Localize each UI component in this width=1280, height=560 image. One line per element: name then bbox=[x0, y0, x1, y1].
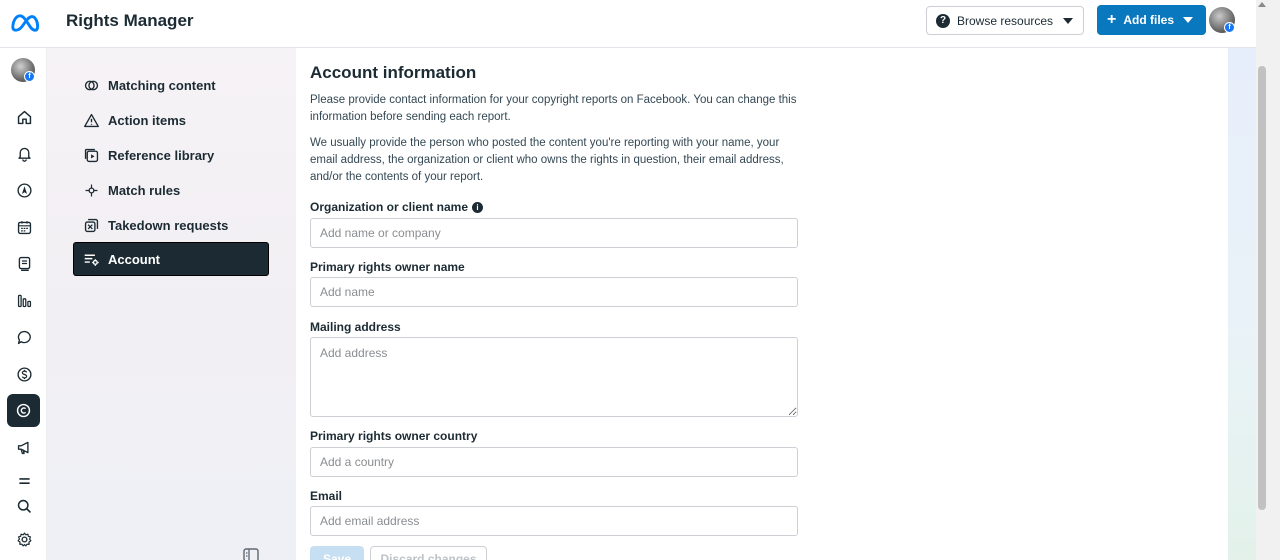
calendar-icon[interactable] bbox=[12, 215, 36, 239]
country-input[interactable] bbox=[310, 447, 798, 477]
mailing-address-input[interactable] bbox=[310, 337, 798, 417]
insights-icon[interactable] bbox=[12, 288, 36, 312]
dollar-icon[interactable] bbox=[12, 362, 36, 386]
add-files-button[interactable]: + Add files bbox=[1097, 5, 1206, 35]
discard-changes-button[interactable]: Discard changes bbox=[370, 546, 487, 560]
left-rail: f bbox=[0, 48, 47, 560]
facebook-badge-icon: f bbox=[24, 71, 35, 82]
library-icon bbox=[84, 148, 99, 162]
app-title: Rights Manager bbox=[66, 11, 194, 30]
nav-item-label: Account bbox=[108, 251, 160, 267]
page-title: Account information bbox=[310, 63, 477, 82]
privacy-paragraph: We usually provide the person who posted… bbox=[310, 137, 784, 183]
settings-icon[interactable] bbox=[12, 527, 36, 551]
email-input[interactable] bbox=[310, 506, 798, 536]
add-files-label: Add files bbox=[1123, 13, 1175, 27]
chevron-down-icon bbox=[1063, 17, 1074, 24]
account-settings-icon bbox=[84, 254, 99, 266]
rules-icon bbox=[85, 184, 98, 196]
menu-icon[interactable] bbox=[12, 469, 36, 493]
browse-resources-button[interactable]: ? Browse resources bbox=[926, 6, 1084, 35]
takedown-icon bbox=[84, 218, 99, 232]
country-label: Primary rights owner country bbox=[310, 429, 478, 443]
plus-icon: + bbox=[1107, 11, 1117, 28]
search-icon[interactable] bbox=[12, 494, 36, 518]
nav-item-label: Match rules bbox=[108, 182, 181, 198]
chevron-down-icon bbox=[1183, 17, 1194, 23]
home-icon[interactable] bbox=[12, 105, 36, 129]
compass-icon[interactable] bbox=[12, 178, 36, 202]
nav-item-label: Matching content bbox=[108, 77, 216, 93]
nav-item-matching-content[interactable]: Matching content bbox=[74, 68, 269, 102]
org-name-input[interactable] bbox=[310, 218, 798, 248]
address-label: Mailing address bbox=[310, 320, 401, 334]
chat-icon[interactable] bbox=[12, 325, 36, 349]
browse-resources-label: Browse resources bbox=[957, 13, 1054, 28]
content-icon[interactable] bbox=[12, 251, 36, 275]
intro-paragraph: Please provide contact information for y… bbox=[310, 94, 797, 123]
nav-item-reference-library[interactable]: Reference library bbox=[74, 138, 269, 172]
org-label: Organization or client name i bbox=[310, 200, 484, 214]
nav-item-label: Reference library bbox=[108, 147, 215, 163]
nav-item-takedown-requests[interactable]: Takedown requests bbox=[74, 208, 269, 242]
collapse-sidebar-icon[interactable] bbox=[243, 548, 259, 560]
account-information-panel: Account information Please provide conta… bbox=[296, 48, 1228, 560]
copyright-icon[interactable] bbox=[7, 394, 40, 427]
nav-item-label: Takedown requests bbox=[108, 217, 229, 233]
profile-avatar[interactable]: f bbox=[1209, 7, 1235, 33]
email-label: Email bbox=[310, 489, 343, 503]
facebook-badge-icon: f bbox=[1224, 22, 1235, 33]
meta-logo-icon[interactable] bbox=[8, 9, 40, 37]
nav-item-match-rules[interactable]: Match rules bbox=[74, 173, 269, 207]
scroll-up-icon[interactable] bbox=[1258, 2, 1266, 7]
top-bar: Rights Manager ? Browse resources + Add … bbox=[0, 0, 1256, 48]
megaphone-icon[interactable] bbox=[12, 435, 36, 459]
right-gutter bbox=[1228, 48, 1256, 560]
nav-item-action-items[interactable]: Action items bbox=[74, 103, 269, 137]
rights-manager-nav: Matching content Action items Reference … bbox=[47, 48, 296, 560]
scrollbar-thumb[interactable] bbox=[1258, 66, 1266, 510]
nav-item-account[interactable]: Account bbox=[74, 243, 268, 275]
bell-icon[interactable] bbox=[12, 141, 36, 165]
owner-label: Primary rights owner name bbox=[310, 260, 465, 274]
warning-icon bbox=[84, 113, 99, 127]
help-icon: ? bbox=[936, 13, 950, 28]
nav-item-label: Action items bbox=[108, 112, 187, 128]
save-button[interactable]: Save bbox=[310, 546, 364, 560]
org-label-text: Organization or client name bbox=[310, 200, 469, 214]
matching-icon bbox=[84, 80, 99, 90]
page-avatar[interactable]: f bbox=[11, 58, 35, 82]
info-icon[interactable]: i bbox=[472, 201, 484, 213]
owner-name-input[interactable] bbox=[310, 277, 798, 307]
